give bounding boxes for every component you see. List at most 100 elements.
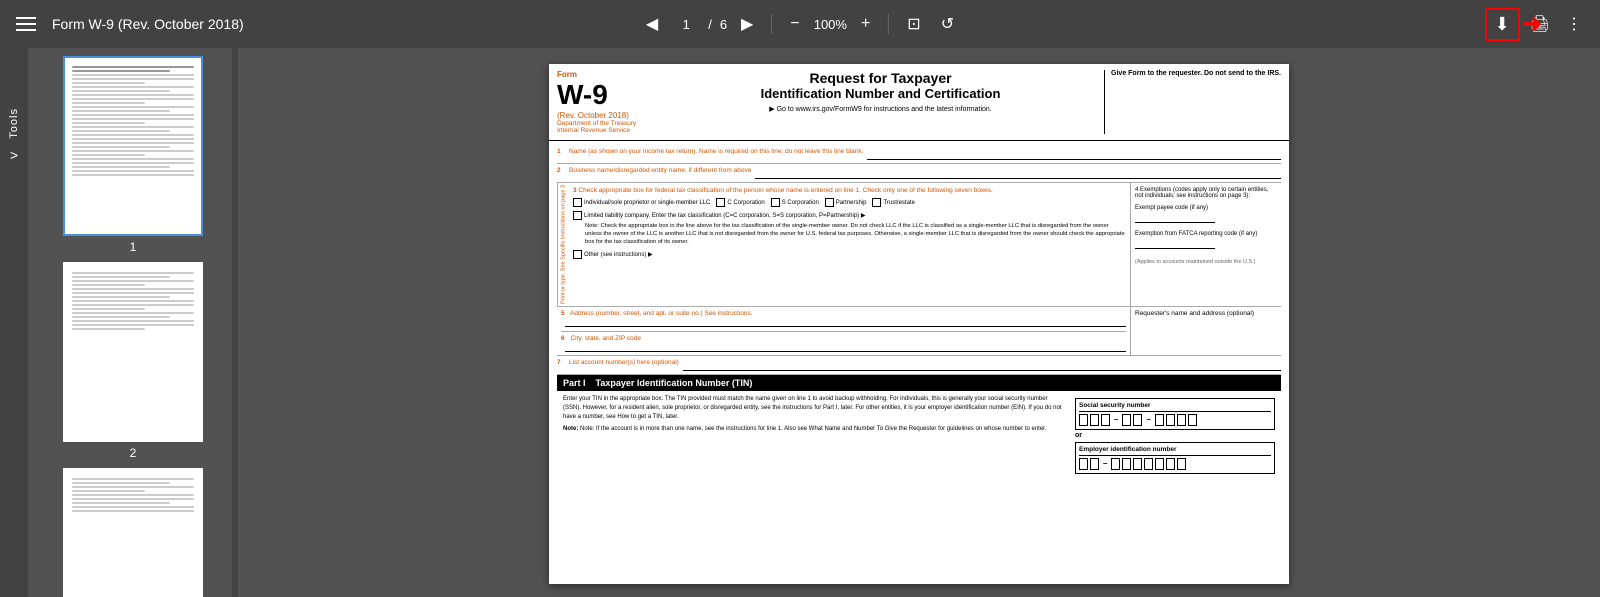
- next-page-button[interactable]: ▶: [735, 10, 759, 38]
- thumb-line: [72, 296, 170, 298]
- thumb-line: [72, 86, 194, 88]
- checkbox-llc[interactable]: Limited liability company. Enter the tax…: [573, 211, 1126, 220]
- exempt-payee-field[interactable]: [1135, 213, 1215, 223]
- ssn-digit[interactable]: [1133, 414, 1142, 426]
- thumb-line: [72, 478, 194, 480]
- ssn-segment-1: [1079, 414, 1110, 426]
- line7-num: 7: [557, 359, 565, 371]
- thumbnail-page-2[interactable]: 2: [36, 262, 230, 460]
- checkbox-trust-box[interactable]: [872, 198, 881, 207]
- checkbox-c-corp-box[interactable]: [716, 198, 725, 207]
- checkbox-s-corp[interactable]: S Corporation: [771, 198, 819, 207]
- fit-page-button[interactable]: ⊡: [901, 10, 926, 38]
- thumb-line: [72, 98, 194, 100]
- fatca-label: Exemption from FATCA reporting code (if …: [1135, 231, 1277, 237]
- checkbox-other[interactable]: Other (see instructions) ▶: [573, 250, 1126, 259]
- line5-field[interactable]: [565, 317, 1126, 327]
- thumb-line: [72, 158, 194, 160]
- ein-segment-2: [1111, 458, 1186, 470]
- form-give-text: Give Form to the requester. Do not send …: [1111, 70, 1281, 77]
- part1-header: Part I Taxpayer Identification Number (T…: [557, 375, 1281, 391]
- line7-label: List account number(s) here (optional): [569, 359, 679, 371]
- checkbox-s-corp-label: S Corporation: [782, 200, 819, 206]
- thumb-line: [72, 142, 194, 144]
- more-options-button[interactable]: ⋮: [1560, 10, 1588, 38]
- thumb-line: [72, 146, 170, 148]
- ein-digit[interactable]: [1079, 458, 1088, 470]
- thumb-line: [72, 82, 145, 84]
- line5-row: 5 Address (number, street, and apt. or s…: [561, 310, 1126, 327]
- thumb-line: [72, 70, 170, 72]
- thumb-line: [72, 174, 194, 176]
- checkbox-partnership-box[interactable]: [825, 198, 834, 207]
- ssn-digit[interactable]: [1188, 414, 1197, 426]
- checkbox-individual[interactable]: Individual/sole proprietor or single-mem…: [573, 198, 710, 207]
- form-irs: Internal Revenue Service: [557, 127, 657, 134]
- ein-digit[interactable]: [1122, 458, 1131, 470]
- checkbox-row: Individual/sole proprietor or single-mem…: [573, 198, 1126, 207]
- ssn-title: Social security number: [1079, 402, 1271, 412]
- ein-digit[interactable]: [1090, 458, 1099, 470]
- zoom-in-button[interactable]: +: [855, 11, 876, 37]
- ein-digit[interactable]: [1166, 458, 1175, 470]
- ein-digit[interactable]: [1155, 458, 1164, 470]
- ein-digit[interactable]: [1177, 458, 1186, 470]
- ssn-digit[interactable]: [1079, 414, 1088, 426]
- ssn-digit[interactable]: [1122, 414, 1131, 426]
- thumb-line: [72, 292, 194, 294]
- checkbox-s-corp-box[interactable]: [771, 198, 780, 207]
- thumb-line: [72, 324, 194, 326]
- ssn-fields: – –: [1079, 414, 1271, 426]
- prev-page-button[interactable]: ◀: [640, 10, 664, 38]
- form-main-subtitle: Identification Number and Certification: [667, 86, 1094, 101]
- thumb-line: [72, 118, 194, 120]
- ein-digit[interactable]: [1133, 458, 1142, 470]
- download-button[interactable]: ⬇: [1485, 8, 1520, 41]
- menu-icon[interactable]: [12, 13, 40, 35]
- thumbnail-page-3[interactable]: 3: [36, 468, 230, 597]
- checkbox-trust[interactable]: Trust/estate: [872, 198, 914, 207]
- sidebar-scrollbar[interactable]: [232, 48, 238, 597]
- line1-field[interactable]: [867, 148, 1281, 160]
- ssn-dash2: –: [1146, 415, 1150, 424]
- checkbox-individual-box[interactable]: [573, 198, 582, 207]
- thumb-line: [72, 150, 194, 152]
- ssn-digit[interactable]: [1166, 414, 1175, 426]
- ssn-dash: –: [1114, 415, 1118, 424]
- line7-field[interactable]: [683, 359, 1281, 371]
- thumb-line: [72, 276, 170, 278]
- line6-field[interactable]: [565, 342, 1126, 352]
- line2-field[interactable]: [755, 167, 1281, 179]
- ssn-digit[interactable]: [1155, 414, 1164, 426]
- checkbox-partnership[interactable]: Partnership: [825, 198, 867, 207]
- ssn-digit[interactable]: [1101, 414, 1110, 426]
- ein-digit[interactable]: [1144, 458, 1153, 470]
- checkbox-other-box[interactable]: [573, 250, 582, 259]
- ein-dash: –: [1103, 459, 1107, 468]
- pdf-viewer[interactable]: Form W-9 (Rev. October 2018) Department …: [238, 48, 1600, 597]
- requester-label: Requester's name and address (optional): [1135, 310, 1254, 317]
- thumbnail-page-1[interactable]: 1: [36, 56, 230, 254]
- thumb-lines-1: [68, 62, 198, 182]
- thumb-line: [72, 138, 194, 140]
- thumb-line: [72, 300, 194, 302]
- checkbox-c-corp[interactable]: C Corporation: [716, 198, 764, 207]
- line5-label: Address (number, street, and apt. or sui…: [570, 310, 752, 317]
- thumb-line: [72, 74, 194, 76]
- form-section4: 4 Exemptions (codes apply only to certai…: [1131, 183, 1281, 306]
- checkbox-llc-box[interactable]: [573, 211, 582, 220]
- fatca-note: (Applies to accounts maintained outside …: [1135, 259, 1277, 265]
- toolbar-left: Form W-9 (Rev. October 2018): [12, 13, 244, 35]
- zoom-out-button[interactable]: −: [784, 11, 805, 37]
- fatca-field[interactable]: [1135, 239, 1215, 249]
- ein-digit[interactable]: [1111, 458, 1120, 470]
- page-number-input[interactable]: [672, 17, 700, 32]
- form-rev-date: (Rev. October 2018): [557, 111, 657, 120]
- thumb-lines-3: [68, 474, 198, 518]
- ssn-digit[interactable]: [1177, 414, 1186, 426]
- history-button[interactable]: ↺: [935, 10, 960, 38]
- ssn-digit[interactable]: [1090, 414, 1099, 426]
- tools-chevron[interactable]: >: [10, 147, 18, 163]
- line3-header: 3 Check appropriate box for federal tax …: [573, 187, 1126, 194]
- other-label: Other (see instructions) ▶: [584, 251, 653, 258]
